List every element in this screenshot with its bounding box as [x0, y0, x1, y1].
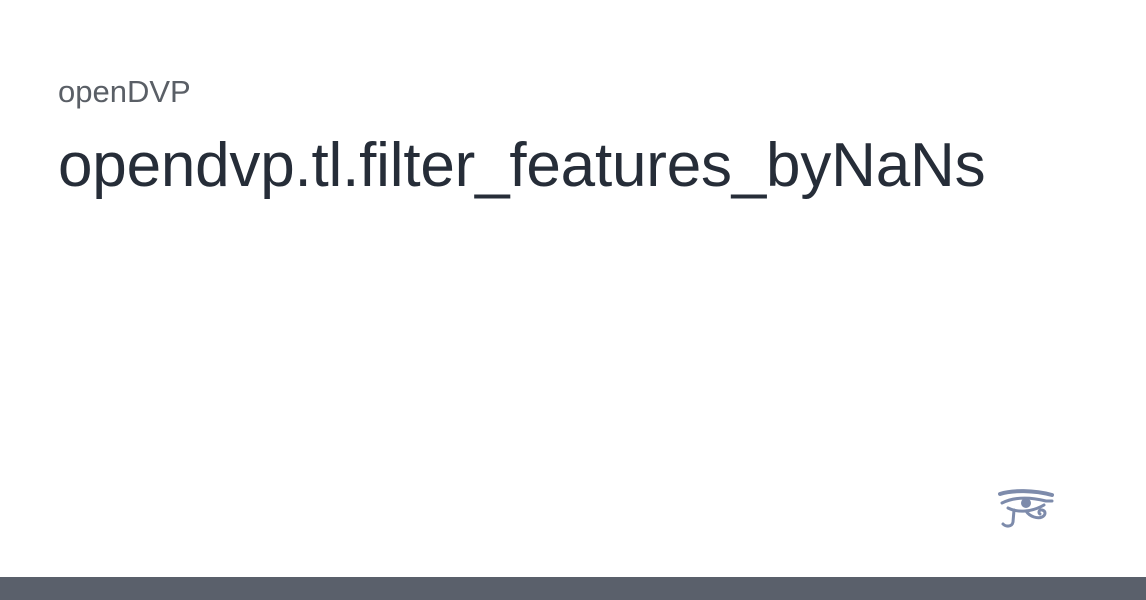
page-title: opendvp.tl.filter_features_byNaNs	[58, 131, 986, 200]
eye-of-horus-icon	[996, 486, 1056, 534]
site-name: openDVP	[58, 74, 191, 109]
social-card: openDVP opendvp.tl.filter_features_byNaN…	[0, 0, 1146, 600]
bottom-bar	[0, 577, 1146, 600]
